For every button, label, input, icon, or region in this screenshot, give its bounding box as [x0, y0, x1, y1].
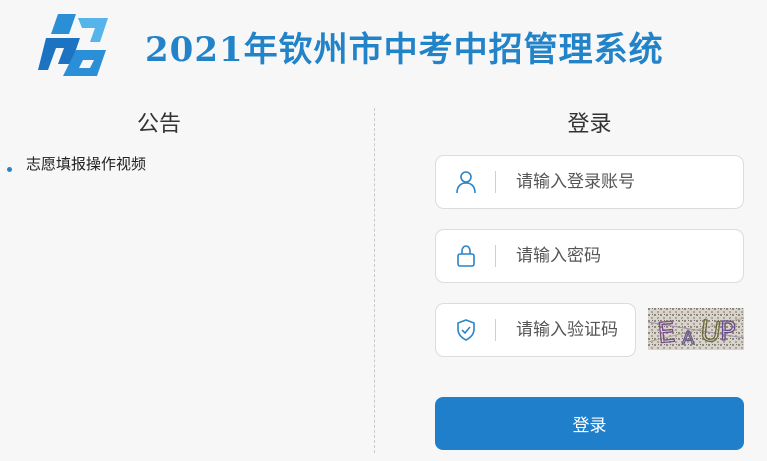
- field-separator: [495, 319, 496, 341]
- svg-text:P: P: [720, 317, 736, 347]
- bullet-icon: [7, 167, 12, 172]
- lock-icon: [457, 245, 475, 267]
- login-button[interactable]: 登录: [435, 397, 744, 450]
- svg-text:A: A: [682, 328, 695, 349]
- svg-text:E: E: [656, 315, 677, 350]
- account-input[interactable]: [516, 166, 716, 198]
- captcha-field[interactable]: [435, 303, 636, 357]
- login-title: 登录: [567, 112, 612, 137]
- field-separator: [495, 171, 496, 193]
- notice-item-label[interactable]: 志愿填报操作视频: [26, 155, 146, 173]
- password-input[interactable]: [516, 240, 716, 272]
- zhaokao-logo-icon: [38, 14, 108, 76]
- captcha-input[interactable]: [516, 314, 634, 346]
- captcha-image[interactable]: E A U P: [648, 308, 744, 350]
- password-field[interactable]: [435, 229, 744, 283]
- notice-item[interactable]: 志愿填报操作视频: [0, 153, 360, 175]
- account-field[interactable]: [435, 155, 744, 209]
- field-separator: [495, 245, 496, 267]
- notice-list: 志愿填报操作视频: [0, 153, 360, 175]
- notice-title: 公告: [136, 112, 181, 137]
- panel-divider: [374, 108, 375, 453]
- shield-check-icon: [457, 319, 475, 341]
- site-title: 2021年钦州市中考中招管理系统: [145, 30, 664, 70]
- user-icon: [456, 171, 476, 194]
- header: 2021年钦州市中考中招管理系统: [0, 0, 767, 92]
